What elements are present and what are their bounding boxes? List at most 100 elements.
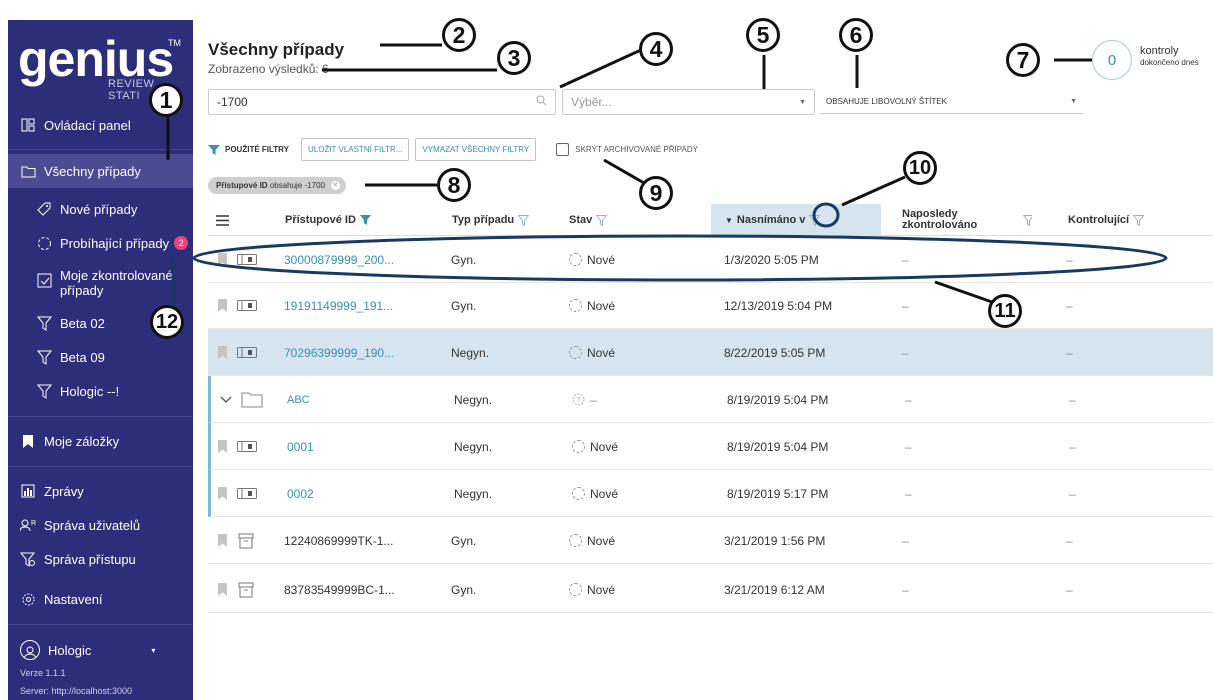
- status-cell: Nové: [569, 534, 615, 548]
- column-header-id[interactable]: Přístupové ID: [285, 204, 371, 236]
- case-id-link[interactable]: 30000879999_200...: [284, 236, 394, 283]
- column-header-captured[interactable]: ▼ Nasnímáno v: [711, 204, 881, 236]
- case-id-link[interactable]: ABC: [287, 376, 310, 423]
- table-row[interactable]: 0002 Negyn. Nové 8/19/2019 5:17 PM – –: [208, 470, 1213, 517]
- applied-filters[interactable]: POUŽITÉ FILTRY: [208, 144, 289, 156]
- case-id-link[interactable]: 70296399999_190...: [284, 329, 394, 376]
- logo-tm: TM: [168, 38, 181, 48]
- sidebar-item-bookmarks[interactable]: Moje záložky: [8, 424, 193, 458]
- sidebar-item-beta-09[interactable]: Beta 09: [8, 340, 193, 374]
- case-id-link[interactable]: 0002: [287, 470, 314, 517]
- menu-icon[interactable]: [216, 204, 229, 236]
- tag-icon: [36, 201, 52, 217]
- sidebar-item-new-cases[interactable]: Nové případy: [8, 192, 193, 226]
- reviews-counter: 0: [1092, 40, 1132, 80]
- bookmark-icon[interactable]: [218, 517, 227, 564]
- status-cell: ? –: [572, 393, 597, 407]
- search-icon[interactable]: [536, 95, 547, 109]
- bookmark-icon[interactable]: [218, 236, 227, 283]
- case-type-cell: Negyn.: [454, 439, 493, 454]
- column-header-type[interactable]: Typ případu: [452, 204, 530, 236]
- sidebar-item-reports[interactable]: Zprávy: [8, 474, 193, 508]
- chip-key: Přístupové ID: [216, 181, 268, 190]
- callout-3: 3: [497, 41, 531, 75]
- sidebar-item-in-progress[interactable]: Probíhající případy 2: [8, 226, 193, 260]
- callout-12: 12: [150, 305, 184, 339]
- status-cell: Nové: [572, 440, 618, 454]
- case-id-link[interactable]: 0001: [287, 423, 314, 470]
- archive-icon: [238, 517, 254, 564]
- bookmark-icon[interactable]: [218, 282, 227, 329]
- sidebar-item-settings[interactable]: Nastavení: [8, 582, 193, 616]
- sidebar-item-label: Hologic --!: [60, 383, 120, 399]
- sidebar-item-all-cases[interactable]: Všechny případy: [8, 154, 193, 188]
- save-filter-button[interactable]: ULOŽIT VLASTNÍ FILTR...: [301, 138, 410, 161]
- status-cell: Nové: [572, 487, 618, 501]
- bookmark-icon[interactable]: [218, 470, 227, 517]
- case-type-select[interactable]: Výběr... ▼: [562, 89, 815, 115]
- sidebar-item-access[interactable]: Správa přístupu: [8, 542, 193, 576]
- label-select-value: OBSAHUJE LIBOVOLNÝ ŠTÍTEK: [826, 97, 947, 106]
- user-menu[interactable]: Hologic ▾: [20, 640, 155, 660]
- bookmark-icon[interactable]: [218, 423, 227, 470]
- table-header: Přístupové ID Typ případu Stav ▼ Nasnímá…: [208, 204, 1213, 236]
- case-type-cell: Negyn.: [454, 486, 493, 501]
- table-row[interactable]: 83783549999BC-1... Gyn. Nové 3/21/2019 6:12…: [208, 566, 1213, 613]
- reviewer-cell: –: [1066, 298, 1073, 313]
- clear-filters-button[interactable]: VYMAZAT VŠECHNY FILTRY: [415, 138, 537, 161]
- user-name: Hologic: [48, 642, 92, 658]
- sidebar-item-users[interactable]: R Správa uživatelů: [8, 508, 193, 542]
- callout-1: 1: [149, 83, 183, 117]
- case-type-cell: Gyn.: [451, 298, 477, 313]
- close-icon[interactable]: ✕: [330, 181, 340, 190]
- chip-value: obsahuje -1700: [269, 181, 325, 190]
- applied-filters-label: POUŽITÉ FILTRY: [225, 145, 289, 154]
- filters-toolbar: POUŽITÉ FILTRY ULOŽIT VLASTNÍ FILTR... V…: [208, 138, 698, 161]
- sidebar-item-label: Nastavení: [44, 591, 103, 607]
- case-id-link[interactable]: 12240869999TK-1...: [284, 517, 393, 564]
- callout-9: 9: [639, 176, 673, 210]
- search-input[interactable]: -1700: [208, 89, 556, 115]
- column-label: Kontrolující: [1068, 214, 1130, 226]
- bookmark-icon[interactable]: [218, 329, 227, 376]
- checkbox[interactable]: [556, 143, 570, 156]
- new-status-icon: [569, 534, 582, 547]
- callout-7: 7: [1006, 43, 1040, 77]
- table-row[interactable]: 19191149999_191... Gyn. Nové 12/13/2019 5:0…: [208, 282, 1213, 329]
- slide-icon: [237, 329, 257, 376]
- slide-icon: [237, 423, 257, 470]
- sidebar-item-my-reviewed[interactable]: Moje zkontrolované případy: [8, 264, 193, 304]
- label-select[interactable]: OBSAHUJE LIBOVOLNÝ ŠTÍTEK ▼: [820, 90, 1083, 114]
- access-icon: [20, 551, 36, 567]
- reviewer-cell: –: [1066, 533, 1073, 548]
- table-row[interactable]: ABC Negyn. ? – 8/19/2019 5:04 PM – –: [208, 376, 1213, 423]
- last-reviewed-cell: –: [905, 486, 912, 501]
- progress-icon: [36, 235, 52, 251]
- table-row[interactable]: 0001 Negyn. Nové 8/19/2019 5:04 PM – –: [208, 423, 1213, 470]
- avatar: [20, 640, 40, 660]
- caret-down-icon: ▼: [799, 98, 806, 106]
- column-header-status[interactable]: Stav: [569, 204, 608, 236]
- case-id-link[interactable]: 19191149999_191...: [284, 282, 393, 329]
- bookmark-icon[interactable]: [218, 566, 227, 613]
- chevron-down-icon[interactable]: [220, 376, 232, 423]
- hide-archived-checkbox[interactable]: SKRÝT ARCHIVOVANÉ PŘÍPADY: [556, 143, 698, 156]
- case-type-cell: Negyn.: [454, 392, 493, 407]
- reviewer-cell: –: [1069, 392, 1076, 407]
- sidebar-item-hologic[interactable]: Hologic --!: [8, 374, 193, 408]
- table-row[interactable]: 12240869999TK-1... Gyn. Nové 3/21/2019 1:56…: [208, 517, 1213, 564]
- sidebar-item-label: Všechny případy: [44, 163, 141, 179]
- callout-2: 2: [442, 18, 476, 52]
- dashboard-icon: [20, 117, 36, 133]
- sidebar-item-label: Správa uživatelů: [44, 517, 141, 533]
- case-id-link[interactable]: 83783549999BC-1...: [284, 566, 395, 613]
- table-row[interactable]: 30000879999_200... Gyn. Nové 1/3/2020 5:05 …: [208, 236, 1213, 283]
- reviews-label: kontroly: [1140, 45, 1179, 57]
- table-row[interactable]: 70296399999_190... Negyn. Nové 8/22/2019 5:…: [208, 329, 1213, 376]
- status-cell: Nové: [569, 583, 615, 597]
- reviewer-cell: –: [1069, 439, 1076, 454]
- column-header-reviewer[interactable]: Kontrolující: [1068, 204, 1145, 236]
- reviewer-cell: –: [1066, 582, 1073, 597]
- case-type-cell: Gyn.: [451, 533, 477, 548]
- column-header-last-reviewed[interactable]: Naposledy zkontrolováno: [902, 204, 1032, 236]
